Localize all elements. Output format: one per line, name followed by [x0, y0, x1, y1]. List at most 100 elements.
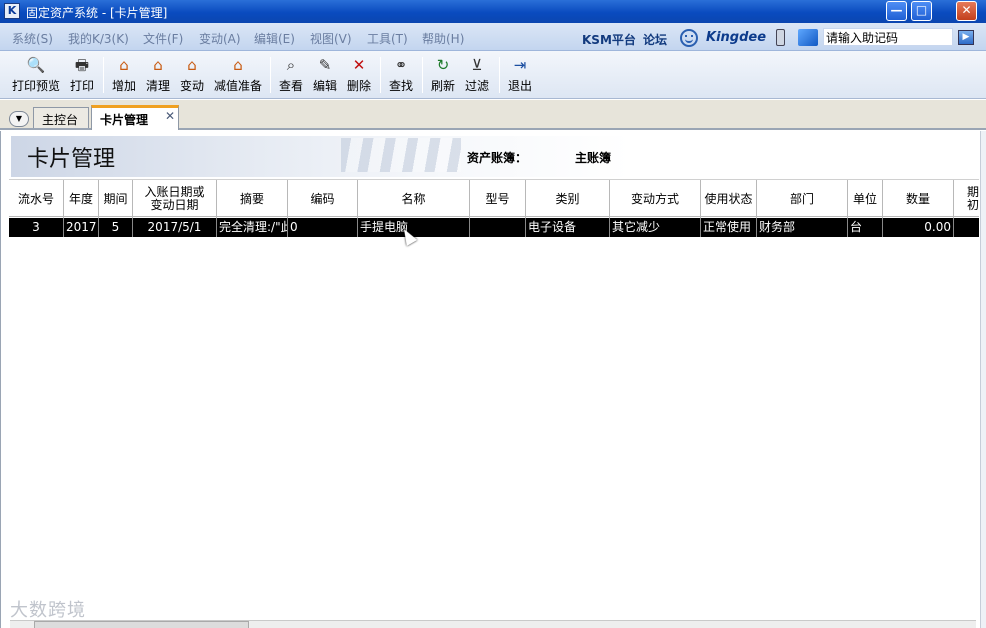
- smile-icon[interactable]: [680, 29, 698, 47]
- col-period[interactable]: 期间: [99, 180, 133, 218]
- window-title: 固定资产系统 - [卡片管理]: [26, 6, 168, 20]
- cell-date: 2017/5/1: [133, 218, 217, 237]
- pencil-icon: ✎: [318, 56, 332, 74]
- go-arrow-icon[interactable]: ▶: [958, 30, 974, 45]
- menu-bar: 系统(S) 我的K/3(K) 文件(F) 变动(A) 编辑(E) 视图(V) 工…: [0, 23, 986, 51]
- magnifier-icon: ⌕: [286, 56, 296, 74]
- exit-button[interactable]: ⇥ 退出: [505, 53, 535, 97]
- print-preview-label: 打印预览: [11, 79, 60, 93]
- clear-button[interactable]: ⌂ 清理: [143, 53, 173, 97]
- ledger-label: 资产账簿：: [467, 151, 528, 165]
- toolbar: 🔍 打印预览 🖶 打印 ⌂ 增加 ⌂ 清理 ⌂ 变动 ⌂ 减值准备 ⌕ 查看 ✎…: [0, 51, 986, 99]
- col-category[interactable]: 类别: [526, 180, 610, 218]
- horizontal-scrollbar[interactable]: [10, 620, 976, 628]
- cell-status: 正常使用: [701, 218, 757, 237]
- grid-header: 流水号 年度 期间 入账日期或 变动日期 摘要 编码 名称 型号 类别 变动方式…: [9, 179, 979, 218]
- minimize-button[interactable]: —: [886, 1, 907, 21]
- refresh-button[interactable]: ↻ 刷新: [428, 53, 458, 97]
- menu-file[interactable]: 文件(F): [143, 30, 183, 47]
- toolbar-separator: [499, 57, 500, 93]
- tab-close-icon[interactable]: ✕: [165, 109, 175, 123]
- col-model[interactable]: 型号: [470, 180, 526, 218]
- col-change-method[interactable]: 变动方式: [610, 180, 701, 218]
- page-title: 卡片管理: [27, 147, 116, 172]
- house-impairment-icon: ⌂: [233, 56, 243, 74]
- col-status[interactable]: 使用状态: [701, 180, 757, 218]
- tab-main-console[interactable]: 主控台: [33, 107, 89, 128]
- cell-summary: 完全清理:/"此: [217, 218, 288, 237]
- printer-icon: 🖶: [74, 56, 90, 74]
- close-window-button[interactable]: ✕: [956, 1, 977, 21]
- col-department[interactable]: 部门: [757, 180, 848, 218]
- cell-quantity: 0.00: [883, 218, 954, 237]
- menu-my-k3[interactable]: 我的K/3(K): [68, 30, 129, 47]
- menu-view[interactable]: 视图(V): [310, 30, 352, 47]
- delete-button[interactable]: ✕ 删除: [344, 53, 374, 97]
- house-change-icon: ⌂: [187, 56, 197, 74]
- phone-icon[interactable]: [776, 29, 785, 46]
- view-label: 查看: [278, 79, 303, 93]
- ksm-platform-link[interactable]: KSM平台: [582, 31, 636, 48]
- refresh-icon: ↻: [436, 56, 450, 74]
- col-unit[interactable]: 单位: [848, 180, 883, 218]
- toolbar-separator: [270, 57, 271, 93]
- maximize-button[interactable]: □: [911, 1, 932, 21]
- add-label: 增加: [111, 79, 136, 93]
- filter-icon: ⊻: [471, 56, 483, 74]
- col-quantity[interactable]: 数量: [883, 180, 954, 218]
- toolbar-separator: [422, 57, 423, 93]
- tab-strip: ▼ 主控台 卡片管理: [0, 100, 986, 130]
- exit-door-icon: ⇥: [513, 56, 527, 74]
- cell-year: 2017: [64, 218, 99, 237]
- tab-list-dropdown-icon[interactable]: ▼: [9, 111, 29, 127]
- cell-department: 财务部: [757, 218, 848, 237]
- service-icon[interactable]: [798, 29, 818, 46]
- col-code[interactable]: 编码: [288, 180, 358, 218]
- edit-button[interactable]: ✎ 编辑: [310, 53, 340, 97]
- vertical-scrollbar[interactable]: [980, 131, 986, 628]
- col-year[interactable]: 年度: [64, 180, 99, 218]
- scrollbar-thumb[interactable]: [34, 621, 249, 628]
- cell-change-method: 其它减少: [610, 218, 701, 237]
- impairment-button[interactable]: ⌂ 减值准备: [211, 53, 265, 97]
- print-button[interactable]: 🖶 打印: [66, 53, 98, 97]
- kingdee-logo: Kingdee: [706, 30, 767, 45]
- view-button[interactable]: ⌕ 查看: [276, 53, 306, 97]
- cell-code: 0: [288, 218, 358, 237]
- watermark: 大数跨境: [10, 600, 86, 621]
- cell-opening: [954, 218, 979, 237]
- ledger-value: 主账簿: [575, 151, 612, 165]
- add-button[interactable]: ⌂ 增加: [109, 53, 139, 97]
- clear-label: 清理: [145, 79, 170, 93]
- house-clear-icon: ⌂: [153, 56, 163, 74]
- toolbar-separator: [380, 57, 381, 93]
- impairment-label: 减值准备: [213, 79, 262, 93]
- cell-serial: 3: [9, 218, 64, 237]
- col-name[interactable]: 名称: [358, 180, 470, 218]
- col-date-line2: 变动日期: [150, 198, 199, 212]
- col-serial[interactable]: 流水号: [9, 180, 64, 218]
- change-button[interactable]: ⌂ 变动: [177, 53, 207, 97]
- delete-label: 删除: [346, 79, 371, 93]
- print-label: 打印: [69, 79, 94, 93]
- find-button[interactable]: ⚭ 查找: [386, 53, 416, 97]
- menu-edit[interactable]: 编辑(E): [254, 30, 295, 47]
- card-management-panel: 卡片管理 资产账簿： 主账簿 流水号 年度 期间 入账日期或 变动日期 摘要 编…: [0, 131, 986, 628]
- menu-tools[interactable]: 工具(T): [367, 30, 408, 47]
- menu-help[interactable]: 帮助(H): [422, 30, 464, 47]
- col-date[interactable]: 入账日期或 变动日期: [133, 180, 217, 218]
- filter-label: 过滤: [464, 79, 489, 93]
- mnemonic-code-input[interactable]: [823, 28, 953, 46]
- title-bar: K 固定资产系统 - [卡片管理] — □ ✕: [0, 0, 986, 23]
- col-summary[interactable]: 摘要: [217, 180, 288, 218]
- forum-link[interactable]: 论坛: [643, 31, 667, 48]
- cell-model: [470, 218, 526, 237]
- print-preview-button[interactable]: 🔍 打印预览: [8, 53, 64, 97]
- filter-button[interactable]: ⊻ 过滤: [462, 53, 492, 97]
- binoculars-icon: ⚭: [394, 56, 408, 74]
- menu-change[interactable]: 变动(A): [199, 30, 241, 47]
- app-logo-icon: K: [4, 3, 20, 19]
- table-row[interactable]: 3 2017 5 2017/5/1 完全清理:/"此 0 手提电脑 电子设备 其…: [9, 218, 979, 237]
- menu-system[interactable]: 系统(S): [12, 30, 53, 47]
- find-label: 查找: [388, 79, 413, 93]
